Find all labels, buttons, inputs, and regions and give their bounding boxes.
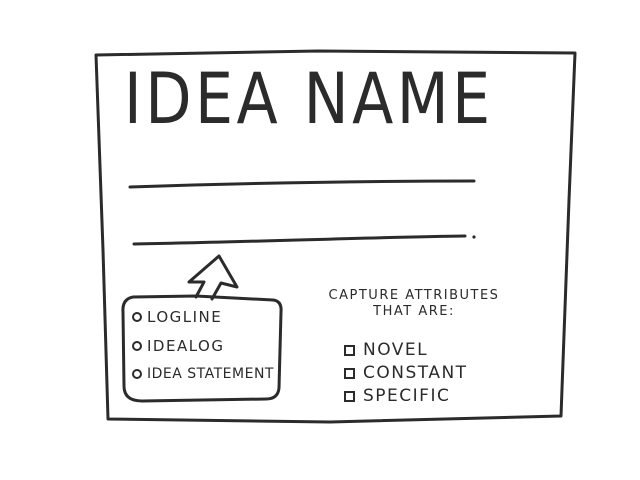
attribute-label: CONSTANT xyxy=(363,363,468,383)
attributes-heading-line-2: THAT ARE: xyxy=(373,304,455,319)
bullet-circle-icon xyxy=(132,369,142,379)
bullet-circle-icon xyxy=(132,341,142,351)
format-item-idealog: IDEALOG xyxy=(132,337,224,355)
idea-card-sketch: IDEA NAME LOGLINE IDEALOG IDEA STATEMENT… xyxy=(0,0,640,480)
name-line-1 xyxy=(128,179,476,189)
attribute-label: NOVEL xyxy=(363,340,429,360)
checkbox-icon xyxy=(344,367,355,379)
attributes-heading-line-1: CAPTURE ATTRIBUTES xyxy=(328,288,500,303)
attribute-item-constant: CONSTANT xyxy=(344,363,468,383)
attribute-item-novel: NOVEL xyxy=(344,340,428,360)
checkbox-icon xyxy=(344,390,355,402)
bullet-circle-icon xyxy=(132,312,142,322)
checkbox-icon xyxy=(344,344,355,356)
format-label: IDEA STATEMENT xyxy=(147,366,274,382)
idea-name-title: IDEA NAME xyxy=(124,58,494,140)
format-item-logline: LOGLINE xyxy=(132,308,222,326)
attribute-item-specific: SPECIFIC xyxy=(344,386,450,406)
name-line-2 xyxy=(132,234,467,246)
format-item-idea-statement: IDEA STATEMENT xyxy=(132,366,274,382)
format-label: IDEALOG xyxy=(147,337,225,355)
attribute-label: SPECIFIC xyxy=(363,386,451,406)
up-arrow-icon xyxy=(187,254,239,301)
format-label: LOGLINE xyxy=(147,308,223,326)
